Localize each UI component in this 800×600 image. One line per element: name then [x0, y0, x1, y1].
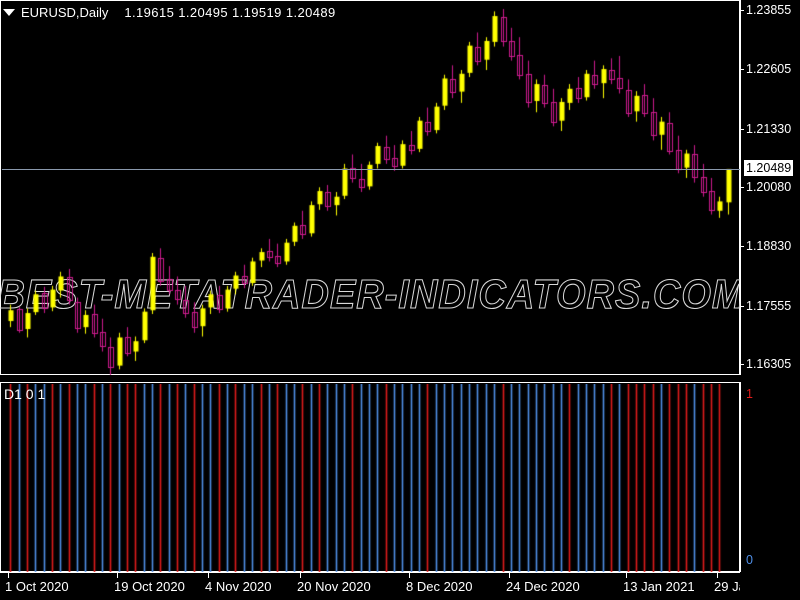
indicator-scale-bottom: 0	[746, 553, 753, 567]
chart-header: EURUSD,Daily 1.19615 1.20495 1.19519 1.2…	[3, 4, 336, 20]
price-tick-label: 1.16305	[746, 357, 792, 372]
price-tick-label: 1.17555	[746, 298, 792, 313]
price-tick	[740, 187, 744, 189]
time-tick	[117, 572, 118, 578]
price-tick	[740, 10, 744, 12]
time-tick-label: 24 Dec 2020	[506, 579, 580, 594]
price-tick	[740, 128, 744, 130]
main-chart-pane[interactable]: BEST-METATRADER-INDICATORS.COM	[0, 0, 744, 375]
time-tick	[300, 572, 301, 578]
indicator-bars-canvas[interactable]	[2, 384, 740, 572]
time-tick	[509, 572, 510, 578]
current-price-line	[2, 169, 741, 171]
ohlc-values: 1.19615 1.20495 1.19519 1.20489	[124, 4, 336, 20]
time-tick	[717, 572, 718, 578]
time-tick-label: 1 Oct 2020	[5, 579, 69, 594]
time-tick-label: 19 Oct 2020	[114, 579, 185, 594]
price-tick	[740, 305, 744, 307]
time-tick-label: 13 Jan 2021	[623, 579, 695, 594]
metatrader-chart-window: BEST-METATRADER-INDICATORS.COM EURUSD,Da…	[0, 0, 800, 600]
time-axis[interactable]: 1 Oct 2020 19 Oct 2020 4 Nov 2020 20 Nov 20…	[0, 572, 786, 600]
price-scale[interactable]: 1.23855 1.22605 1.21330 1.20080 1.18830 1.175…	[740, 0, 800, 375]
current-price-label: 1.20489	[744, 160, 794, 177]
time-tick	[626, 572, 627, 578]
price-tick	[740, 68, 744, 70]
axis-corner	[740, 572, 800, 600]
indicator-subwindow-pane[interactable]	[0, 382, 740, 572]
indicator-axis-line	[740, 382, 741, 572]
price-tick	[740, 245, 744, 247]
indicator-label[interactable]: D1 0 1	[4, 386, 45, 402]
time-tick	[8, 572, 9, 578]
symbol-period-label: EURUSD,Daily	[21, 4, 109, 20]
price-tick	[740, 364, 744, 366]
time-tick-label: 4 Nov 2020	[205, 579, 272, 594]
time-tick	[208, 572, 209, 578]
time-tick	[409, 572, 410, 578]
price-tick-label: 1.23855	[746, 3, 792, 18]
price-tick-label: 1.21330	[746, 121, 792, 136]
indicator-scale-top: 1	[746, 387, 753, 401]
time-tick-label: 20 Nov 2020	[297, 579, 371, 594]
time-axis-line	[0, 572, 740, 573]
time-tick-label: 8 Dec 2020	[406, 579, 473, 594]
price-tick-label: 1.22605	[746, 61, 792, 76]
price-tick-label: 1.20080	[746, 180, 792, 195]
price-tick-label: 1.18830	[746, 238, 792, 253]
indicator-scale[interactable]: 1 0	[740, 382, 800, 572]
candlestick-canvas[interactable]	[2, 2, 740, 375]
chevron-down-icon[interactable]	[3, 8, 15, 16]
